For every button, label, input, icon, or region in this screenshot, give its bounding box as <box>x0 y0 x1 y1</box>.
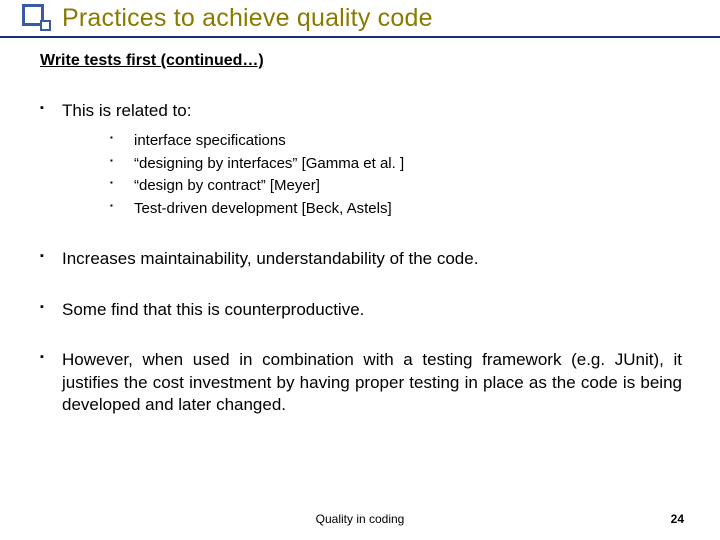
bullet-level2: “design by contract” [Meyer] <box>110 175 682 198</box>
bullet-level1: This is related to: interface specificat… <box>40 100 682 220</box>
bullet-text: “designing by interfaces” [Gamma et al. … <box>134 155 404 172</box>
bullet-level1: However, when used in combination with a… <box>40 349 682 416</box>
bullet-level1: Increases maintainability, understandabi… <box>40 248 682 270</box>
bullet-level2: Test-driven development [Beck, Astels] <box>110 198 682 221</box>
page-number: 24 <box>671 512 684 526</box>
slide-footer: Quality in coding 24 <box>0 512 720 526</box>
slide-subtitle: Write tests first (continued…) <box>40 52 682 70</box>
squares-logo-icon <box>22 2 58 34</box>
slide-content: Write tests first (continued…) This is r… <box>0 52 720 417</box>
title-underline <box>0 36 720 38</box>
bullet-text: However, when used in combination with a… <box>62 350 682 414</box>
slide-title: Practices to achieve quality code <box>58 4 433 33</box>
title-row: Practices to achieve quality code <box>0 0 720 34</box>
bullet-text: interface specifications <box>134 132 286 149</box>
bullet-text: Some find that this is counterproductive… <box>62 300 364 319</box>
bullet-text: Increases maintainability, understandabi… <box>62 249 478 268</box>
bullet-text: This is related to: <box>62 101 191 120</box>
footer-label: Quality in coding <box>0 512 720 526</box>
bullet-text: “design by contract” [Meyer] <box>134 177 320 194</box>
sub-bullet-list: interface specifications “designing by i… <box>62 130 682 220</box>
bullet-level2: “designing by interfaces” [Gamma et al. … <box>110 153 682 176</box>
bullet-level2: interface specifications <box>110 130 682 153</box>
bullet-text: Test-driven development [Beck, Astels] <box>134 200 392 217</box>
bullet-level1: Some find that this is counterproductive… <box>40 299 682 321</box>
